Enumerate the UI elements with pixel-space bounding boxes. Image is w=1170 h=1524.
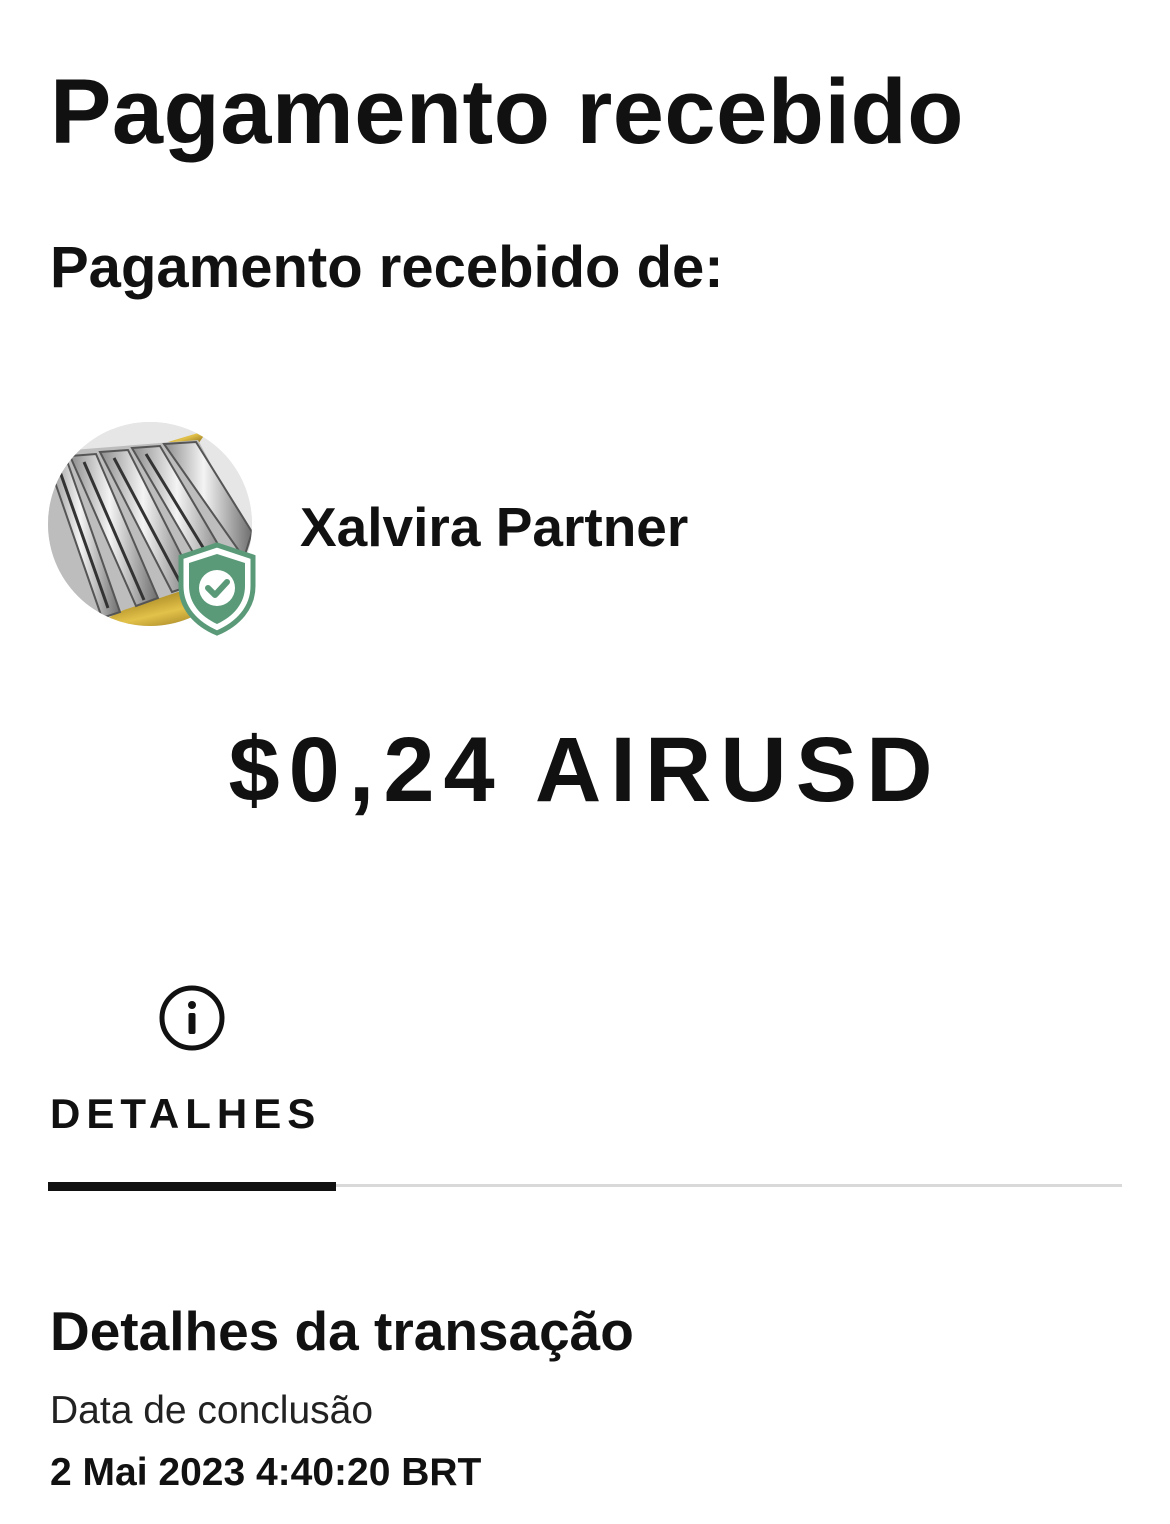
completion-date-value: 2 Mai 2023 4:40:20 BRT [50, 1451, 482, 1494]
payment-amount: $0,24 AIRUSD [228, 719, 942, 821]
transaction-details-title: Detalhes da transação [50, 1300, 634, 1362]
sender-name: Xalvira Partner [300, 496, 689, 558]
page-title: Pagamento recebido [50, 61, 964, 163]
verified-shield-icon [178, 542, 256, 636]
info-icon [159, 985, 225, 1051]
sender-row[interactable]: Xalvira Partner [48, 422, 948, 638]
tab-details[interactable]: DETALHES [48, 980, 336, 1192]
completion-date-label: Data de conclusão [50, 1389, 374, 1432]
tab-active-indicator [48, 1182, 336, 1191]
payment-from-label: Pagamento recebido de: [50, 235, 724, 300]
tab-details-label: DETALHES [50, 1090, 322, 1137]
